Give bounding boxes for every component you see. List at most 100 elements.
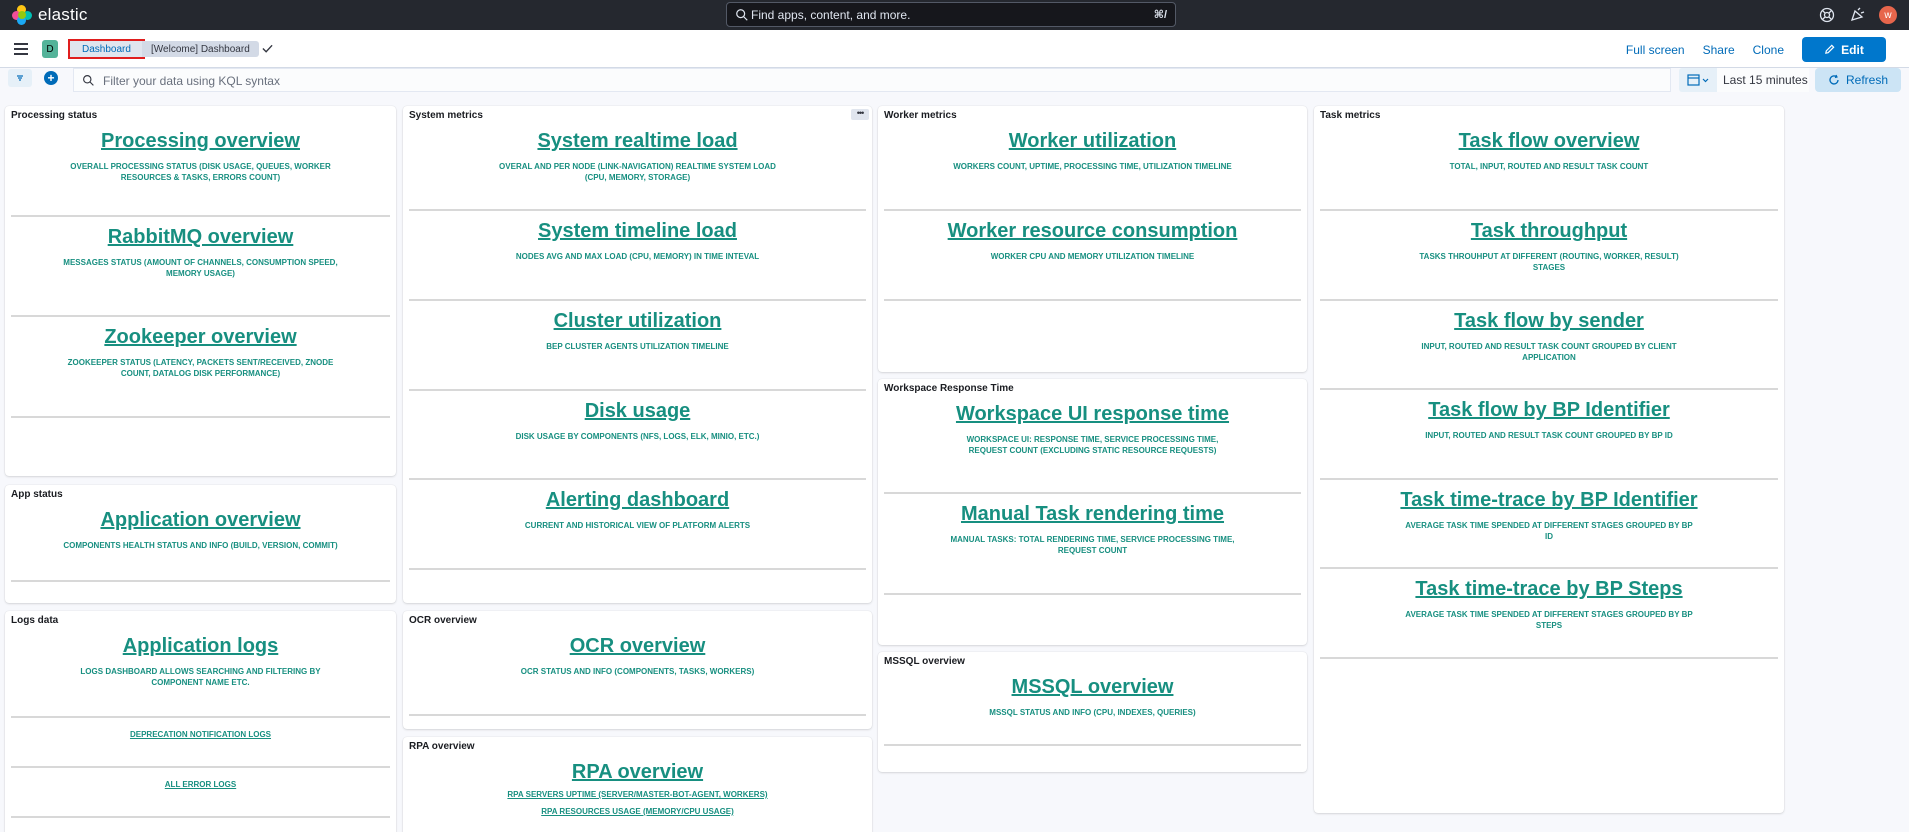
query-bar: + Filter your data using KQL syntax Last… [0, 68, 1909, 94]
zookeeper-overview-link[interactable]: Zookeeper overview [11, 317, 390, 349]
panel-ocr-overview: OCR overview OCR overview OCR status and… [403, 611, 872, 729]
refresh-icon [1829, 74, 1839, 85]
entry-description: MSSQL status and info (CPU, indexes, que… [989, 708, 1196, 717]
dashboard-link-item: Task flow by BP Identifier Input, routed… [1320, 390, 1778, 480]
dashboard-link-item: OCR overview OCR status and info (compon… [409, 626, 866, 716]
breadcrumb-dashboard[interactable]: Dashboard [68, 39, 145, 59]
dashboard-link-item: Worker utilization Workers count, uptime… [884, 121, 1301, 211]
rpa-servers-uptime-link[interactable]: RPA SERVERS UPTIME (SERVER/MASTER-BOT-AG… [409, 784, 866, 801]
search-shortcut: ⌘/ [1153, 9, 1167, 21]
time-range-display[interactable]: Last 15 minutes [1717, 68, 1809, 92]
panel-app-status: App status Application overview Componen… [5, 485, 396, 603]
app-header: D Dashboard [Welcome] Dashboard Full scr… [0, 30, 1909, 68]
calendar-icon [1687, 74, 1709, 86]
panel-rpa-overview: RPA overview RPA overview RPA SERVERS UP… [403, 737, 872, 832]
dashboard-link-item: Worker resource consumption Worker CPU a… [884, 211, 1301, 301]
panel-worker-metrics: Worker metrics Worker utilization Worker… [878, 106, 1307, 372]
workspace-ui-response-time-link[interactable]: Workspace UI response time [884, 394, 1301, 426]
entry-description: Worker CPU and memory utilization timeli… [990, 252, 1195, 261]
alerting-dashboard-link[interactable]: Alerting dashboard [409, 480, 866, 512]
entry-description: Workers count, uptime, processing time, … [953, 162, 1232, 171]
entry-description: Input, routed and result task count grou… [1421, 342, 1677, 362]
menu-icon[interactable] [14, 43, 28, 55]
search-icon [83, 75, 94, 86]
system-timeline-load-link[interactable]: System timeline load [409, 211, 866, 243]
dashboard-link-item: Task time-trace by BP Identifier Average… [1320, 480, 1778, 569]
entry-description: Average task time spended at different s… [1405, 610, 1693, 630]
dashboard-link-item: Processing overview Overall processing s… [11, 121, 390, 217]
dashboard-link-item: Task flow by sender Input, routed and re… [1320, 301, 1778, 390]
task-time-trace-by-bp-steps-link[interactable]: Task time-trace by BP Steps [1320, 569, 1778, 601]
dashboard-link-item: Task flow overview Total, input, routed … [1320, 121, 1778, 211]
add-filter-icon[interactable]: + [44, 71, 58, 85]
space-avatar[interactable]: D [42, 40, 58, 58]
task-flow-by-bp-identifier-link[interactable]: Task flow by BP Identifier [1320, 390, 1778, 422]
brand-name: elastic [38, 5, 88, 24]
check-icon [262, 44, 273, 53]
help-icon[interactable] [1819, 7, 1835, 23]
entry-description: Manual tasks: total rendering time, serv… [950, 535, 1235, 555]
rabbitmq-overview-link[interactable]: RabbitMQ overview [11, 217, 390, 249]
task-flow-by-sender-link[interactable]: Task flow by sender [1320, 301, 1778, 333]
worker-resource-consumption-link[interactable]: Worker resource consumption [884, 211, 1301, 243]
dashboard-link-item: Cluster utilization BEP cluster agents u… [409, 301, 866, 391]
elastic-logo-icon [12, 5, 32, 25]
manual-task-rendering-time-link[interactable]: Manual Task rendering time [884, 494, 1301, 526]
elastic-logo[interactable]: elastic [12, 5, 88, 25]
edit-button[interactable]: Edit [1802, 37, 1886, 62]
rpa-overview-link[interactable]: RPA overview [409, 752, 866, 784]
all-error-logs-link[interactable]: ALL ERROR LOGS [11, 768, 390, 818]
entry-description: Logs dashboard allows searching and filt… [80, 667, 321, 687]
mssql-overview-link[interactable]: MSSQL overview [884, 667, 1301, 699]
entry-description: Workspace UI: response time, service pro… [966, 435, 1219, 455]
entry-description: Average task time spended at different s… [1405, 521, 1693, 541]
panel-title: System metrics [409, 110, 483, 121]
entry-description: Tasks throuhput at different (routing, w… [1419, 252, 1679, 272]
worker-utilization-link[interactable]: Worker utilization [884, 121, 1301, 153]
entry-description: Disk usage by components (NFS, logs, ELK… [515, 432, 760, 441]
filter-menu-button[interactable] [8, 69, 32, 87]
fullscreen-link[interactable]: Full screen [1626, 43, 1685, 57]
panel-title: MSSQL overview [884, 656, 965, 667]
processing-overview-link[interactable]: Processing overview [11, 121, 390, 153]
task-throughput-link[interactable]: Task throughput [1320, 211, 1778, 243]
entry-description: Current and historical view of platform … [524, 521, 751, 530]
kql-search-input[interactable]: Filter your data using KQL syntax [73, 68, 1671, 92]
clone-link[interactable]: Clone [1753, 43, 1784, 57]
search-placeholder: Find apps, content, and more. [751, 8, 911, 22]
rpa-resources-usage-link[interactable]: RPA RESOURCES USAGE (MEMORY/CPU USAGE) [409, 801, 866, 818]
entry-description: Total, input, routed and result task cou… [1449, 162, 1649, 171]
cluster-utilization-link[interactable]: Cluster utilization [409, 301, 866, 333]
entry-description: Zookeeper status (latency, packets sent/… [67, 358, 334, 378]
panel-options-icon[interactable]: ••• [851, 109, 869, 120]
entry-description: Overall processing status (disk usage, q… [70, 162, 331, 182]
application-overview-link[interactable]: Application overview [11, 500, 390, 532]
ocr-overview-link[interactable]: OCR overview [409, 626, 866, 658]
panel-title: Workspace Response Time [884, 383, 1014, 394]
disk-usage-link[interactable]: Disk usage [409, 391, 866, 423]
application-logs-link[interactable]: Application logs [11, 626, 390, 658]
date-quick-menu-button[interactable] [1679, 68, 1717, 92]
dashboard-link-item: Alerting dashboard Current and historica… [409, 480, 866, 570]
newsfeed-icon[interactable] [1849, 7, 1865, 23]
panel-title: App status [11, 489, 63, 500]
entry-description: OCR status and info (components, tasks, … [520, 667, 755, 676]
panel-processing-status: Processing status Processing overview Ov… [5, 106, 396, 476]
refresh-button[interactable]: Refresh [1815, 68, 1901, 92]
task-flow-overview-link[interactable]: Task flow overview [1320, 121, 1778, 153]
dashboard-link-item: Application logs Logs dashboard allows s… [11, 626, 390, 718]
entry-description: Messages status (amount of channels, con… [63, 258, 338, 278]
refresh-label: Refresh [1845, 73, 1889, 87]
system-realtime-load-link[interactable]: System realtime load [409, 121, 866, 153]
user-avatar[interactable]: w [1879, 6, 1897, 24]
dashboard-link-item: System realtime load Overal and per node… [409, 121, 866, 211]
edit-label: Edit [1841, 42, 1864, 57]
search-icon [736, 9, 748, 21]
share-link[interactable]: Share [1703, 43, 1735, 57]
entry-description: Overal and per node (link-navigation) re… [499, 162, 776, 182]
dashboard-link-item: MSSQL overview MSSQL status and info (CP… [884, 667, 1301, 746]
global-search-input[interactable]: Find apps, content, and more. ⌘/ [726, 2, 1176, 27]
deprecation-logs-link[interactable]: DEPRECATION NOTIFICATION LOGS [11, 718, 390, 768]
task-time-trace-by-bp-identifier-link[interactable]: Task time-trace by BP Identifier [1320, 480, 1778, 512]
panel-title: RPA overview [409, 741, 475, 752]
